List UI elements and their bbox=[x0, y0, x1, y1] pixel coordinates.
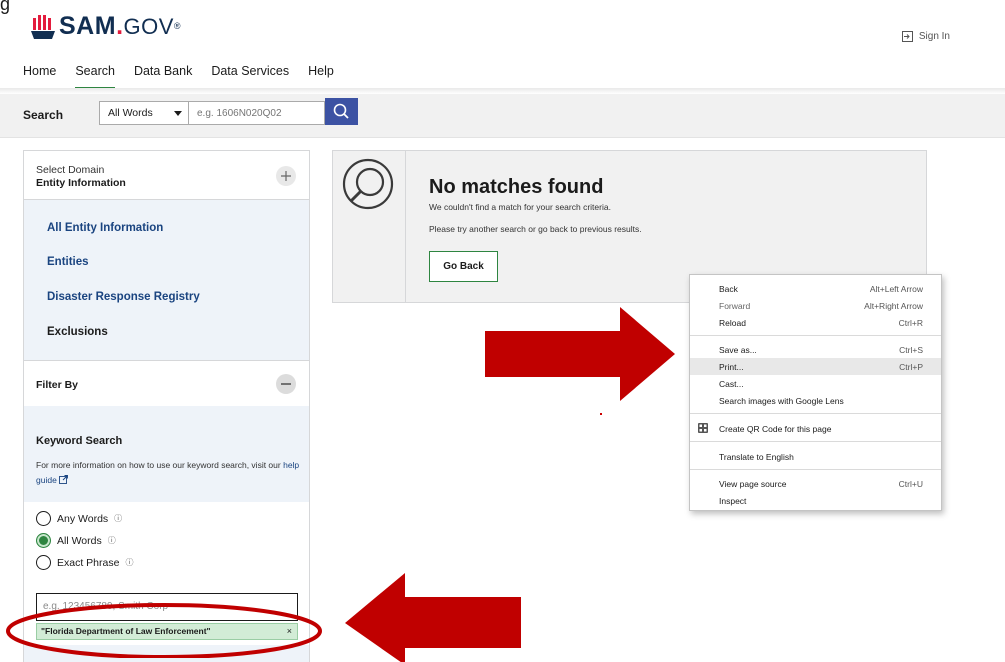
domain-list: All Entity Information Entities Disaster… bbox=[24, 200, 309, 360]
info-icon: ⓘ bbox=[107, 536, 116, 545]
domain-item-disaster-response-registry[interactable]: Disaster Response Registry bbox=[47, 291, 200, 303]
browser-context-menu: Back Alt+Left Arrow Forward Alt+Right Arro… bbox=[689, 274, 942, 511]
go-back-button[interactable]: Go Back bbox=[429, 251, 498, 282]
nav-search[interactable]: Search bbox=[75, 64, 115, 90]
expand-domain-button[interactable] bbox=[276, 166, 296, 186]
menu-item-google-lens[interactable]: Search images with Google Lens bbox=[690, 392, 941, 409]
search-label: Search bbox=[23, 108, 64, 122]
domain-item-exclusions[interactable]: Exclusions bbox=[47, 326, 108, 338]
search-mode-value: All Words bbox=[108, 107, 153, 119]
menu-separator bbox=[690, 441, 941, 442]
sign-in-icon bbox=[901, 31, 913, 42]
no-results-title: No matches found bbox=[429, 176, 604, 198]
domain-value: Entity Information bbox=[36, 177, 126, 189]
sign-in-link[interactable]: Sign In bbox=[901, 31, 950, 42]
domain-title: Select Domain bbox=[36, 164, 105, 176]
radio-label: Exact Phrase bbox=[57, 556, 120, 569]
menu-item-forward[interactable]: Forward Alt+Right Arrow bbox=[690, 297, 941, 314]
radio-button-selected[interactable] bbox=[36, 533, 51, 548]
nav-data-bank[interactable]: Data Bank bbox=[134, 64, 192, 84]
info-icon: ⓘ bbox=[114, 514, 123, 523]
menu-separator bbox=[690, 469, 941, 470]
radio-any-words[interactable]: Any Words ⓘ bbox=[36, 511, 122, 526]
annotation-dot bbox=[600, 413, 602, 415]
filter-by-header[interactable]: Filter By bbox=[24, 360, 309, 406]
no-results-hint: Please try another search or go back to … bbox=[429, 224, 642, 234]
menu-item-cast[interactable]: Cast... bbox=[690, 375, 941, 392]
sam-gov-logo[interactable]: SAM.GOV® bbox=[31, 10, 181, 40]
filter-sidebar: Select Domain Entity Information All Ent… bbox=[23, 150, 310, 662]
no-results-message: We couldn't find a match for your search… bbox=[429, 202, 611, 212]
red-highlight-ellipse bbox=[6, 603, 322, 658]
search-input[interactable] bbox=[189, 101, 325, 125]
radio-label: Any Words bbox=[57, 512, 109, 525]
menu-item-reload[interactable]: Reload Ctrl+R bbox=[690, 314, 941, 331]
collapse-filter-button[interactable] bbox=[276, 374, 296, 394]
sign-in-label: Sign In bbox=[918, 31, 950, 42]
card-divider bbox=[405, 151, 406, 302]
menu-item-print[interactable]: Print... Ctrl+P bbox=[690, 358, 941, 375]
nav-home[interactable]: Home bbox=[23, 64, 56, 84]
menu-item-back[interactable]: Back Alt+Left Arrow bbox=[690, 280, 941, 297]
logo-wordmark: SAM.GOV® bbox=[59, 12, 182, 40]
filter-by-title: Filter By bbox=[36, 379, 79, 391]
menu-item-save-as[interactable]: Save as... Ctrl+S bbox=[690, 341, 941, 358]
search-bar: Search All Words bbox=[0, 94, 1005, 138]
nav-data-services[interactable]: Data Services bbox=[211, 64, 289, 84]
domain-item-entities[interactable]: Entities bbox=[47, 256, 89, 268]
external-link-icon bbox=[59, 475, 69, 484]
menu-item-qr-code[interactable]: Create QR Code for this page bbox=[690, 420, 941, 437]
radio-exact-phrase[interactable]: Exact Phrase ⓘ bbox=[36, 555, 133, 570]
radio-button[interactable] bbox=[36, 555, 51, 570]
minus-icon bbox=[281, 383, 291, 385]
info-icon: ⓘ bbox=[125, 558, 134, 567]
menu-separator bbox=[690, 335, 941, 336]
keyword-search-title: Keyword Search bbox=[36, 435, 123, 447]
radio-label: All Words bbox=[57, 534, 102, 547]
search-mode-select[interactable]: All Words bbox=[99, 101, 189, 125]
radio-all-words[interactable]: All Words ⓘ bbox=[36, 533, 116, 548]
menu-item-translate[interactable]: Translate to English bbox=[690, 448, 941, 465]
cropped-heading-fragment: g bbox=[0, 0, 11, 14]
capitol-logo-icon bbox=[31, 15, 55, 39]
magnifier-icon bbox=[342, 158, 394, 210]
caret-down-icon bbox=[174, 111, 182, 116]
qr-code-icon bbox=[698, 423, 708, 433]
plus-icon bbox=[281, 171, 291, 181]
red-arrow-left-icon bbox=[345, 573, 521, 662]
menu-separator bbox=[690, 413, 941, 414]
domain-item-all-entity-information[interactable]: All Entity Information bbox=[47, 222, 163, 234]
magnifier-icon bbox=[333, 103, 349, 119]
search-button[interactable] bbox=[325, 98, 358, 125]
red-arrow-right-icon bbox=[485, 307, 675, 401]
nav-help[interactable]: Help bbox=[308, 64, 334, 84]
menu-item-inspect[interactable]: Inspect bbox=[690, 492, 941, 509]
keyword-search-block: Keyword Search For more information on h… bbox=[24, 406, 309, 502]
radio-button[interactable] bbox=[36, 511, 51, 526]
main-nav: Home Search Data Bank Data Services Help bbox=[23, 64, 334, 90]
menu-item-view-source[interactable]: View page source Ctrl+U bbox=[690, 475, 941, 492]
domain-header[interactable]: Select Domain Entity Information bbox=[24, 151, 309, 200]
keyword-search-description: For more information on how to use our k… bbox=[36, 460, 300, 485]
